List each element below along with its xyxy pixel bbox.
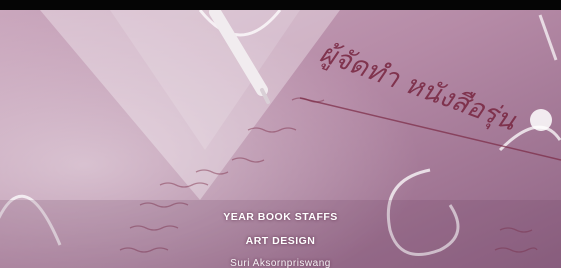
- credit-yearbook-staffs: YEAR BOOK STAFFS: [223, 211, 338, 223]
- credit-artist-name: Suri Aksornpriswang: [230, 258, 331, 268]
- top-bar: [0, 0, 561, 10]
- credit-art-design: ART DESIGN: [245, 235, 316, 247]
- yearbook-scene: ผู้จัดทำ หนังสือรุ่น: [0, 6, 561, 268]
- deco-dot: [530, 109, 552, 131]
- video-frame: ผู้จัดทำ หนังสือรุ่น YEAR BOOK STAFFS AR…: [0, 0, 561, 268]
